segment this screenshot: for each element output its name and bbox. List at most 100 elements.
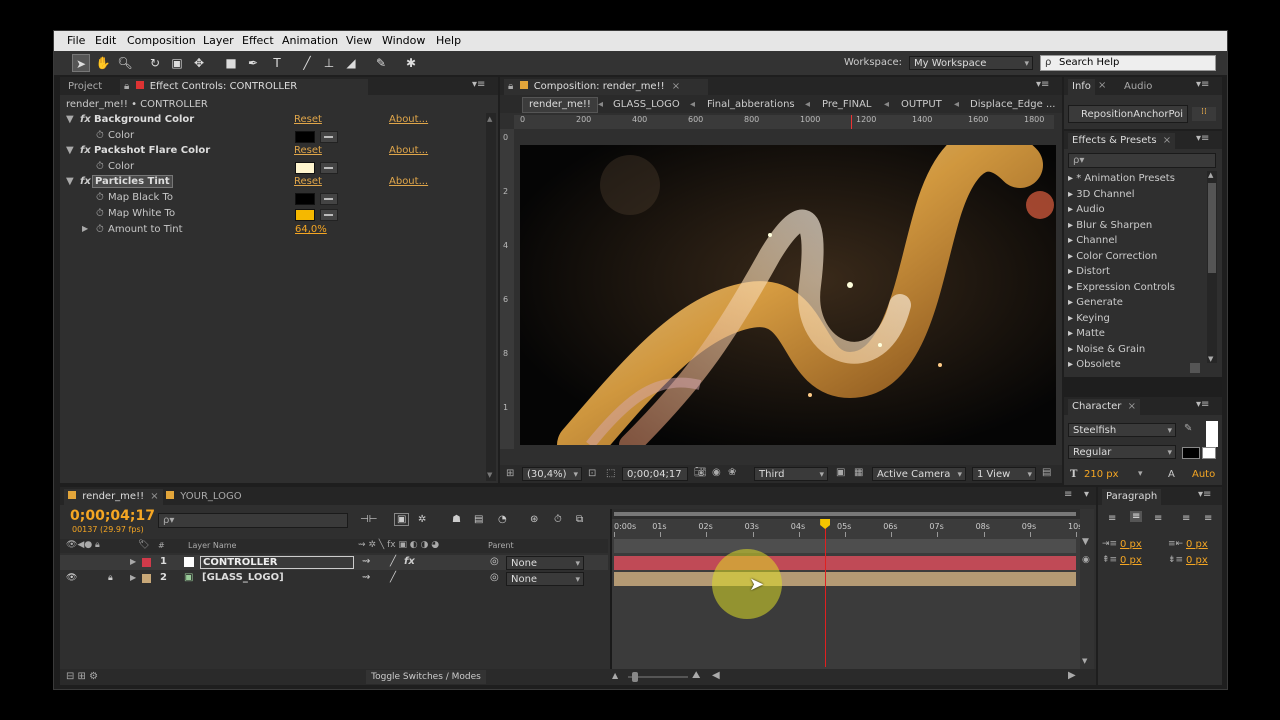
tab-project[interactable]: Project — [64, 79, 106, 95]
about-link[interactable]: About... — [389, 176, 428, 187]
comp-button-icon[interactable]: ◉ — [1082, 555, 1090, 565]
close-icon[interactable]: × — [672, 81, 680, 92]
color-swatch[interactable] — [295, 209, 315, 221]
stopwatch-icon[interactable]: ⏱ — [96, 192, 104, 203]
expand-triangle-icon[interactable]: ▼ — [66, 114, 74, 125]
amount-value[interactable]: 64,0% — [295, 224, 327, 235]
tab-character[interactable]: Character × — [1068, 399, 1140, 415]
nav-displace-edge[interactable]: Displace_Edge ... — [970, 99, 1055, 110]
eraser-tool-icon[interactable]: ◢ — [342, 54, 360, 72]
tree-item-expression-controls[interactable]: ▸ Expression Controls — [1068, 280, 1198, 295]
tree-item-color-correction[interactable]: ▸ Color Correction — [1068, 249, 1198, 264]
stopwatch-icon[interactable]: ⏱ — [554, 514, 562, 525]
scroll-up-icon[interactable]: ▼ — [1082, 537, 1089, 547]
eyedropper-icon[interactable]: ✎ — [1184, 423, 1192, 434]
color-swatch[interactable] — [295, 193, 315, 205]
tab-paragraph[interactable]: Paragraph — [1102, 489, 1162, 505]
lock-icon[interactable]: 🔒︎ — [508, 81, 513, 92]
panel-menu-icon[interactable]: ≡ — [1064, 489, 1072, 500]
tab-composition[interactable]: 🔒︎ Composition: render_me!! × — [504, 79, 708, 95]
tab-effects-presets[interactable]: Effects & Presets × — [1068, 133, 1176, 149]
shy-icon[interactable]: ☗ — [452, 514, 461, 525]
rotation-tool-icon[interactable]: ↻ — [146, 54, 164, 72]
align-right-icon[interactable]: ≡ — [1154, 513, 1162, 524]
about-link[interactable]: About... — [389, 145, 428, 156]
close-icon[interactable]: × — [1098, 80, 1106, 91]
shy-switch-icon[interactable]: ⇝ — [362, 572, 370, 583]
tree-item-blur-sharpen[interactable]: ▸ Blur & Sharpen — [1068, 218, 1198, 233]
show-snapshot-icon[interactable]: ◉ — [712, 467, 721, 478]
zoom-in-icon[interactable]: ⛰ — [692, 670, 700, 681]
pickwhip-icon[interactable]: ◎ — [490, 556, 499, 567]
color-swatch[interactable] — [295, 162, 315, 174]
layer-row[interactable]: ▶ 1 CONTROLLER ⇝ ╱ fx ◎ None — [60, 555, 608, 571]
space-before-value[interactable]: 0 px — [1120, 555, 1142, 566]
close-icon[interactable]: × — [1128, 401, 1136, 412]
effect-row[interactable]: ▼ fx Packshot Flare Color Reset About... — [60, 144, 485, 159]
stopwatch-icon[interactable]: ⏱ — [96, 161, 104, 172]
quality-switch-icon[interactable]: ╱ — [390, 572, 396, 583]
expand-triangle-icon[interactable]: ▶ — [130, 557, 136, 566]
snapshot-icon[interactable]: 📷︎ — [694, 467, 707, 478]
layer-name[interactable]: [GLASS_LOGO] — [202, 572, 284, 583]
nav-render-me[interactable]: render_me!! — [522, 97, 598, 113]
puppet-tool-icon[interactable]: ✱ — [402, 54, 420, 72]
comp-mini-flowchart-icon[interactable]: ⊣⊢ — [360, 514, 377, 525]
pickwhip-icon[interactable]: ◎ — [490, 572, 499, 583]
nav-pre-final[interactable]: Pre_FINAL — [822, 99, 872, 110]
close-icon[interactable]: × — [150, 491, 158, 502]
font-style-dropdown[interactable]: Regular — [1068, 445, 1176, 460]
expand-panes-icon[interactable]: ⊟ ⊞ ⚙ — [66, 671, 98, 682]
panel-menu-icon[interactable]: ▾ — [1084, 489, 1089, 500]
tree-item-matte[interactable]: ▸ Matte — [1068, 326, 1198, 341]
color-swatch[interactable] — [295, 131, 315, 143]
expand-triangle-icon[interactable]: ▼ — [66, 176, 74, 187]
motion-blur-icon[interactable]: ◔ — [498, 514, 507, 525]
align-left-icon[interactable]: ≡ — [1108, 513, 1116, 524]
justify-icon[interactable]: ≡ — [1182, 513, 1190, 524]
frame-blending-icon[interactable]: ▤ — [474, 514, 483, 525]
stopwatch-icon[interactable]: ⏱ — [96, 208, 104, 219]
effects-search-input[interactable]: ρ▾ — [1068, 153, 1216, 168]
quality-switch-icon[interactable]: ╱ — [390, 556, 396, 567]
hand-tool-icon[interactable]: ✋ — [94, 54, 112, 72]
menu-window[interactable]: Window — [382, 34, 425, 47]
fx-icon[interactable]: fx — [80, 176, 91, 187]
menu-help[interactable]: Help — [436, 34, 461, 47]
magnify-icon[interactable]: ⊞ — [506, 468, 514, 479]
about-link[interactable]: About... — [389, 114, 428, 125]
nav-glass-logo[interactable]: GLASS_LOGO — [613, 99, 680, 110]
font-size-value[interactable]: 210 px — [1084, 469, 1119, 480]
reset-link[interactable]: Reset — [294, 145, 322, 156]
justify-all-icon[interactable]: ≡ — [1204, 513, 1212, 524]
eyedropper-icon[interactable] — [320, 162, 338, 174]
pen-tool-icon[interactable]: ✒ — [244, 54, 262, 72]
scrollbar[interactable]: ▲ ▼ — [486, 113, 496, 481]
composition-viewer[interactable] — [520, 145, 1056, 445]
scroll-right-icon[interactable]: ▶ — [1068, 670, 1076, 681]
time-ruler[interactable]: 0:00s 01s 02s 03s 04s 05s 06s 07s 08s 09s 10s — [612, 519, 1082, 537]
time-navigator-bar[interactable] — [614, 539, 1076, 553]
zoom-tool-icon[interactable]: 🔍︎ — [116, 54, 134, 72]
layer-bar-glass-logo[interactable] — [614, 572, 1076, 586]
layer-label-color[interactable] — [142, 574, 151, 583]
pan-behind-tool-icon[interactable]: ✥ — [190, 54, 208, 72]
leading-value[interactable]: Auto — [1192, 469, 1215, 480]
parent-dropdown[interactable]: None — [506, 572, 584, 587]
tree-item-obsolete[interactable]: ▸ Obsolete — [1068, 357, 1198, 372]
parent-dropdown[interactable]: None — [506, 556, 584, 571]
mask-visibility-icon[interactable]: ⬚ — [606, 468, 615, 479]
brainstorm-icon[interactable]: ⧉ — [576, 514, 583, 525]
eyedropper-icon[interactable] — [320, 131, 338, 143]
graph-editor-icon[interactable]: ⊛ — [530, 514, 538, 525]
effect-row[interactable]: ▼ fx Particles Tint Reset About... — [60, 175, 485, 190]
panel-menu-icon[interactable]: ▾≡ — [1196, 133, 1209, 144]
align-center-icon[interactable]: ≡ — [1130, 511, 1143, 522]
region-of-interest-icon[interactable]: ▣ — [836, 467, 845, 478]
zoom-slider-thumb[interactable] — [632, 672, 638, 682]
menu-view[interactable]: View — [346, 34, 372, 47]
reset-link[interactable]: Reset — [294, 176, 322, 187]
script-button[interactable]: RepositionAnchorPoi — [1068, 105, 1188, 123]
indent-right-value[interactable]: 0 px — [1186, 539, 1208, 550]
eyedropper-icon[interactable] — [320, 193, 338, 205]
